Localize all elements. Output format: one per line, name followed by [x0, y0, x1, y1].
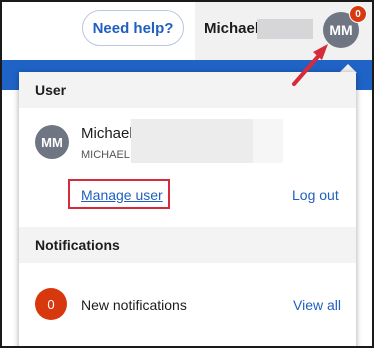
- user-avatar: MM: [35, 125, 69, 159]
- notifications-count-badge: 0: [35, 288, 67, 320]
- view-all-link[interactable]: View all: [293, 297, 341, 313]
- log-out-link[interactable]: Log out: [292, 187, 339, 203]
- user-name: Michael: [81, 125, 133, 142]
- header-user-name: Michael: [204, 20, 260, 37]
- user-dropdown-panel: User MM Michael MICHAEL Manage user Log …: [19, 72, 356, 346]
- annotation-arrow-icon: [292, 44, 328, 86]
- manage-user-link[interactable]: Manage user: [81, 187, 163, 203]
- screenshot-frame: Need help? Michael MM 0 User MM Michael …: [0, 0, 374, 348]
- need-help-button[interactable]: Need help?: [82, 10, 184, 46]
- redacted-user-details-edge: [253, 119, 283, 163]
- redacted-user-details: [131, 119, 253, 163]
- notification-count-badge: 0: [349, 5, 367, 23]
- notifications-section-header: Notifications: [19, 227, 356, 263]
- new-notifications-label: New notifications: [81, 297, 187, 313]
- user-id: MICHAEL: [81, 149, 130, 161]
